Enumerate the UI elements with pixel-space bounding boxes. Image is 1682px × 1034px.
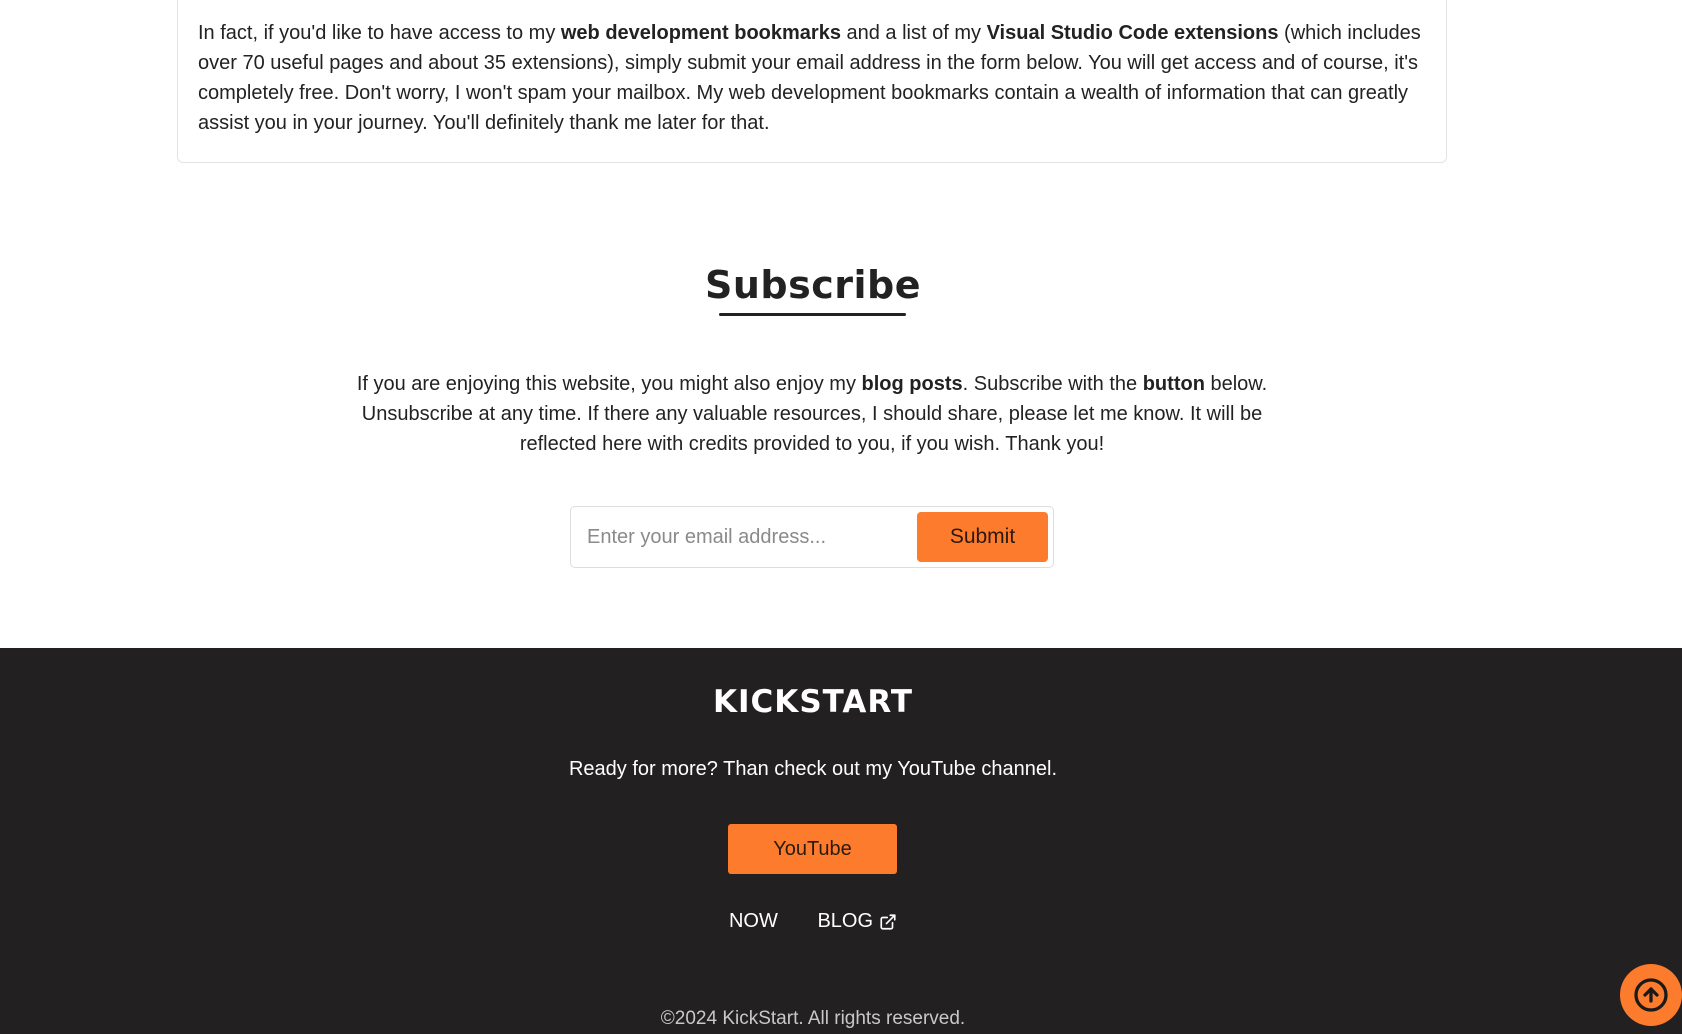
subscribe-heading-underline bbox=[719, 313, 906, 316]
blog-posts-emphasis: blog posts bbox=[861, 373, 963, 395]
footer-link-now[interactable]: NOW bbox=[729, 910, 778, 933]
youtube-button[interactable]: YouTube bbox=[728, 824, 897, 874]
scroll-to-top-button[interactable] bbox=[1620, 964, 1682, 1026]
info-text-part: In fact, if you'd like to have access to… bbox=[198, 22, 561, 44]
button-emphasis: button bbox=[1142, 373, 1205, 395]
arrow-up-circle-icon bbox=[1633, 977, 1669, 1013]
submit-button[interactable]: Submit bbox=[917, 512, 1048, 562]
footer-brand: KICKSTART bbox=[712, 684, 913, 720]
subscribe-form: Submit bbox=[570, 506, 1054, 568]
bookmarks-info-card: In fact, if you'd like to have access to… bbox=[177, 0, 1447, 163]
subscribe-heading: Subscribe bbox=[704, 263, 921, 307]
subscribe-text-part: . Subscribe with the bbox=[962, 373, 1143, 395]
footer-nav: NOW BLOG bbox=[0, 910, 1626, 933]
footer-link-label: BLOG bbox=[817, 910, 874, 932]
footer-link-label: NOW bbox=[728, 910, 778, 932]
footer-tagline: Ready for more? Than check out my YouTub… bbox=[568, 758, 1058, 780]
subscribe-text-part: If you are enjoying this website, you mi… bbox=[356, 373, 862, 395]
subscribe-description: If you are enjoying this website, you mi… bbox=[340, 369, 1284, 459]
web-development-bookmarks-emphasis: web development bookmarks bbox=[560, 22, 841, 44]
info-text-part: and a list of my bbox=[840, 22, 987, 44]
copyright-text: ©2024 KickStart. All rights reserved. bbox=[660, 1008, 966, 1029]
vscode-extensions-emphasis: Visual Studio Code extensions bbox=[986, 22, 1279, 44]
bookmarks-info-text: In fact, if you'd like to have access to… bbox=[198, 18, 1426, 138]
site-footer: KICKSTART Ready for more? Than check out… bbox=[0, 648, 1682, 1034]
email-input[interactable] bbox=[587, 512, 917, 562]
footer-link-blog[interactable]: BLOG bbox=[817, 910, 897, 933]
external-link-icon bbox=[879, 913, 897, 931]
